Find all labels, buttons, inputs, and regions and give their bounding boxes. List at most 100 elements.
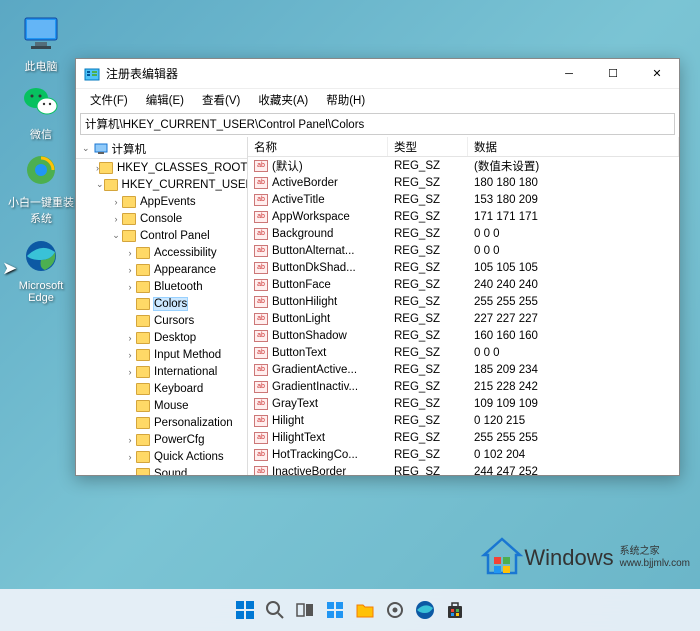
explorer-icon[interactable] <box>352 597 378 623</box>
list-row[interactable]: abActiveBorderREG_SZ180 180 180 <box>248 174 679 191</box>
list-row[interactable]: abAppWorkspaceREG_SZ171 171 171 <box>248 208 679 225</box>
folder-icon <box>136 298 150 310</box>
list-row[interactable]: abActiveTitleREG_SZ153 180 209 <box>248 191 679 208</box>
expand-icon[interactable]: › <box>124 367 136 377</box>
tree-node[interactable]: ›Appearance <box>76 261 247 278</box>
tree-node-label: Colors <box>154 298 187 310</box>
desktop-icon-this-pc[interactable]: 此电脑 <box>6 14 76 74</box>
taskview-icon[interactable] <box>292 597 318 623</box>
tree-node[interactable]: ›Console <box>76 210 247 227</box>
tree-node[interactable]: ›Bluetooth <box>76 278 247 295</box>
value-data: 240 240 240 <box>468 279 679 291</box>
folder-icon <box>136 264 150 276</box>
tree-node[interactable]: ⌄Control Panel <box>76 227 247 244</box>
list-row[interactable]: abButtonShadowREG_SZ160 160 160 <box>248 327 679 344</box>
value-data: 255 255 255 <box>468 296 679 308</box>
expand-icon[interactable]: › <box>124 248 136 258</box>
list-row[interactable]: abButtonLightREG_SZ227 227 227 <box>248 310 679 327</box>
settings-icon[interactable] <box>382 597 408 623</box>
expand-icon[interactable]: › <box>124 452 136 462</box>
reg-string-icon: ab <box>254 211 268 223</box>
list-row[interactable]: abButtonTextREG_SZ0 0 0 <box>248 344 679 361</box>
tree-node[interactable]: ›AppEvents <box>76 193 247 210</box>
list-row[interactable]: abButtonDkShad...REG_SZ105 105 105 <box>248 259 679 276</box>
list-row[interactable]: abButtonHilightREG_SZ255 255 255 <box>248 293 679 310</box>
col-header-data[interactable]: 数据 <box>468 137 679 156</box>
tree-root-computer[interactable]: ⌄ 计算机 <box>76 139 247 159</box>
address-bar[interactable]: 计算机\HKEY_CURRENT_USER\Control Panel\Colo… <box>80 113 675 135</box>
list-row[interactable]: abHilightREG_SZ0 120 215 <box>248 412 679 429</box>
menu-view[interactable]: 查看(V) <box>194 90 248 110</box>
taskbar[interactable] <box>0 589 700 631</box>
expand-icon[interactable]: › <box>124 435 136 445</box>
taskbar-edge-icon[interactable] <box>412 597 438 623</box>
col-header-type[interactable]: 类型 <box>388 137 468 156</box>
list-pane[interactable]: 名称 类型 数据 ab(默认)REG_SZ(数值未设置)abActiveBord… <box>248 137 679 475</box>
desktop-icon-label: 此电脑 <box>6 58 76 74</box>
expand-icon[interactable]: › <box>124 350 136 360</box>
tree-node[interactable]: Keyboard <box>76 380 247 397</box>
tree-node[interactable]: › PowerCfg <box>76 431 247 448</box>
store-icon[interactable] <box>442 597 468 623</box>
folder-icon <box>136 417 150 429</box>
value-data: 109 109 109 <box>468 398 679 410</box>
list-row[interactable]: ab(默认)REG_SZ(数值未设置) <box>248 157 679 174</box>
tree-node[interactable]: ›HKEY_CLASSES_ROOT <box>76 159 247 176</box>
tree-node[interactable]: ›Desktop <box>76 329 247 346</box>
titlebar[interactable]: 注册表编辑器 ─ ☐ ✕ <box>76 59 679 89</box>
list-row[interactable]: abButtonFaceREG_SZ240 240 240 <box>248 276 679 293</box>
regedit-window: 注册表编辑器 ─ ☐ ✕ 文件(F) 编辑(E) 查看(V) 收藏夹(A) 帮助… <box>75 58 680 476</box>
menu-file[interactable]: 文件(F) <box>82 90 136 110</box>
folder-icon <box>122 230 136 242</box>
expand-icon[interactable]: ⌄ <box>110 230 122 241</box>
tree-node[interactable]: ›Input Method <box>76 346 247 363</box>
expand-icon[interactable]: › <box>124 333 136 343</box>
col-header-name[interactable]: 名称 <box>248 137 388 156</box>
tree-node[interactable]: ›International <box>76 363 247 380</box>
close-button[interactable]: ✕ <box>635 59 679 89</box>
folder-icon <box>136 400 150 412</box>
tree-node[interactable]: Personalization <box>76 414 247 431</box>
start-button[interactable] <box>232 597 258 623</box>
list-row[interactable]: abButtonAlternat...REG_SZ0 0 0 <box>248 242 679 259</box>
list-row[interactable]: abGrayTextREG_SZ109 109 109 <box>248 395 679 412</box>
tree-node-label: PowerCfg <box>154 434 205 446</box>
desktop-icon-xiaobai[interactable]: 小白一键重装 系统 <box>6 150 76 226</box>
maximize-button[interactable]: ☐ <box>591 59 635 89</box>
list-row[interactable]: abGradientActive...REG_SZ185 209 234 <box>248 361 679 378</box>
expand-icon[interactable]: ⌄ <box>96 179 104 190</box>
menu-help[interactable]: 帮助(H) <box>318 90 373 110</box>
expand-icon[interactable]: › <box>124 265 136 275</box>
expand-icon[interactable]: › <box>124 282 136 292</box>
tree-node-label: Mouse <box>154 400 189 412</box>
value-type: REG_SZ <box>388 160 468 172</box>
expand-icon[interactable]: › <box>110 214 122 224</box>
tree-node[interactable]: Colors <box>76 295 247 312</box>
tree-node[interactable]: Sound <box>76 465 247 475</box>
list-row[interactable]: abGradientInactiv...REG_SZ215 228 242 <box>248 378 679 395</box>
list-row[interactable]: abHotTrackingCo...REG_SZ0 102 204 <box>248 446 679 463</box>
desktop-icon-wechat[interactable]: 微信 <box>6 82 76 142</box>
reg-string-icon: ab <box>254 449 268 461</box>
menu-edit[interactable]: 编辑(E) <box>138 90 192 110</box>
house-logo-icon <box>480 533 524 583</box>
tree-pane[interactable]: ⌄ 计算机 ›HKEY_CLASSES_ROOT⌄HKEY_CURRENT_US… <box>76 137 248 475</box>
list-row[interactable]: abBackgroundREG_SZ0 0 0 <box>248 225 679 242</box>
minimize-button[interactable]: ─ <box>547 59 591 89</box>
search-icon[interactable] <box>262 597 288 623</box>
expand-icon[interactable]: › <box>110 197 122 207</box>
list-row[interactable]: abInactiveBorderREG_SZ244 247 252 <box>248 463 679 475</box>
tree-node[interactable]: ›Accessibility <box>76 244 247 261</box>
list-row[interactable]: abHilightTextREG_SZ255 255 255 <box>248 429 679 446</box>
tree-node[interactable]: ›Quick Actions <box>76 448 247 465</box>
value-type: REG_SZ <box>388 279 468 291</box>
tree-node[interactable]: ⌄HKEY_CURRENT_USER <box>76 176 247 193</box>
menu-favorites[interactable]: 收藏夹(A) <box>250 90 316 110</box>
regedit-icon <box>84 66 100 82</box>
folder-icon <box>136 383 150 395</box>
tree-node[interactable]: Mouse <box>76 397 247 414</box>
window-title: 注册表编辑器 <box>106 65 547 82</box>
tree-node[interactable]: Cursors <box>76 312 247 329</box>
value-data: 171 171 171 <box>468 211 679 223</box>
widgets-icon[interactable] <box>322 597 348 623</box>
